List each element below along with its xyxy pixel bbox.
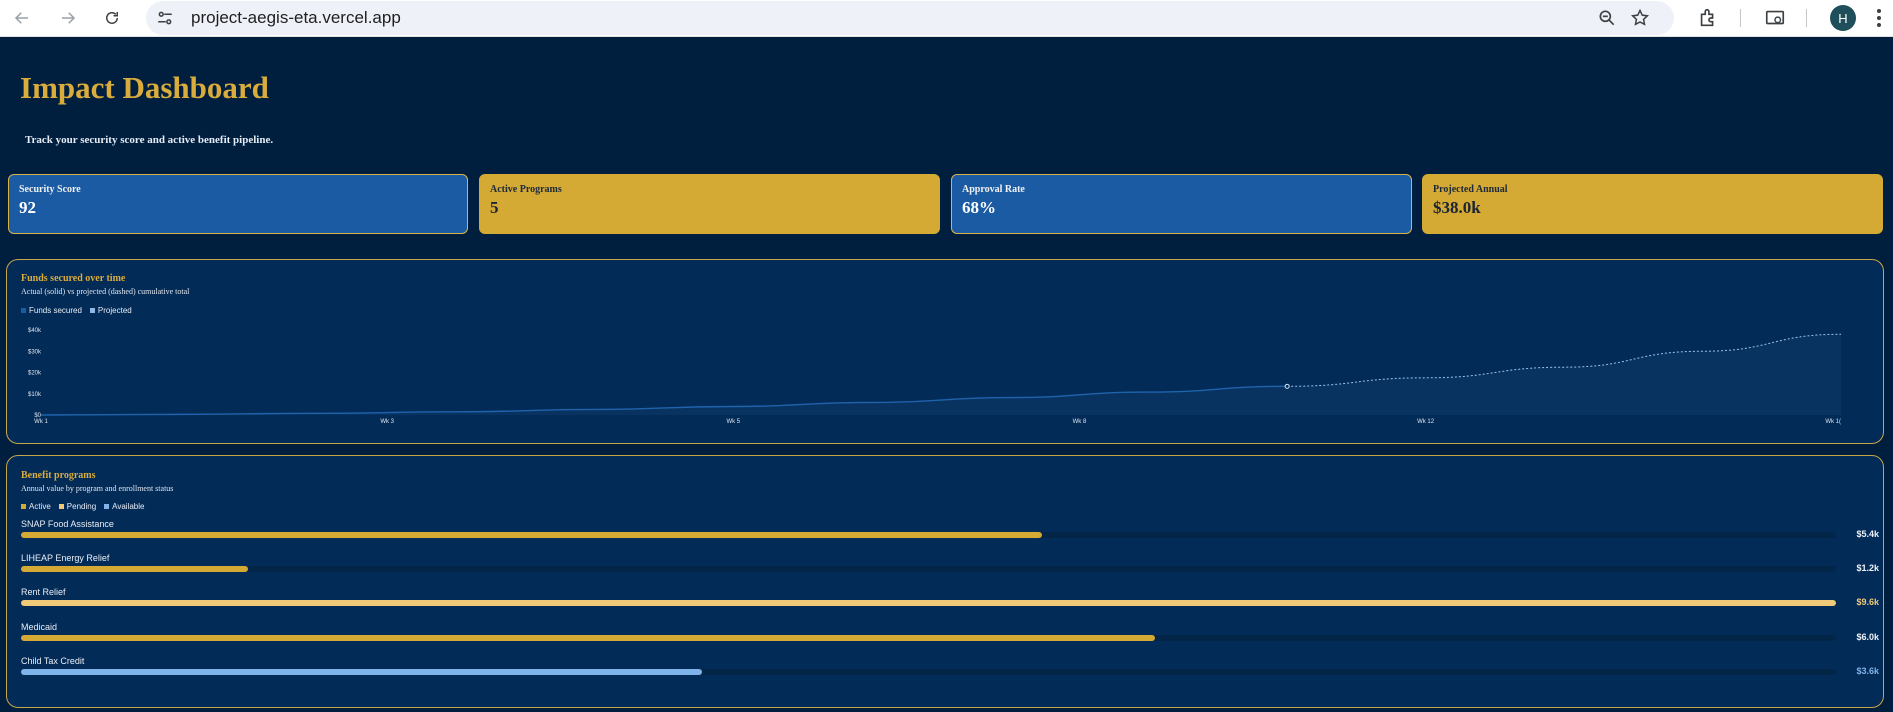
program-value: $1.2k — [1856, 563, 1879, 573]
x-tick-label: Wk 12 — [1417, 419, 1435, 425]
zoom-icon[interactable] — [1597, 8, 1617, 28]
program-row[interactable]: Rent Relief $9.6k — [21, 587, 1879, 615]
dashboard-page: Impact Dashboard Track your security sco… — [0, 38, 1893, 712]
area-fill — [41, 334, 1841, 415]
forward-arrow-icon[interactable] — [56, 6, 80, 30]
legend-swatch — [21, 504, 26, 509]
extensions-icon[interactable] — [1697, 7, 1719, 29]
program-bar-track — [21, 532, 1836, 538]
program-row[interactable]: SNAP Food Assistance $5.4k — [21, 519, 1879, 547]
stat-value: 68% — [962, 198, 996, 217]
x-tick-label: Wk 5 — [726, 419, 740, 425]
legend-swatch — [104, 504, 110, 509]
program-value: $5.4k — [1856, 529, 1879, 539]
legend-item-active[interactable]: Active — [21, 502, 51, 511]
program-bar-fill — [21, 635, 1156, 641]
y-tick-label: $40k — [28, 328, 42, 334]
program-name: SNAP Food Assistance — [21, 519, 114, 529]
menu-kebab-icon[interactable] — [1876, 8, 1882, 28]
panel-title: Benefit programs — [21, 470, 96, 481]
page-title: Impact Dashboard — [20, 70, 269, 105]
program-bar-track — [21, 600, 1836, 606]
stat-card-active-programs: Active Programs 5 — [479, 174, 940, 234]
program-bar-track — [21, 669, 1836, 675]
funds-chart-panel: Funds secured over time Actual (solid) v… — [6, 259, 1884, 444]
funds-line-chart[interactable]: $0$10k$20k$30k$40kWk 1 Wk 3 Wk 5 Wk 8 Wk 12 W… — [7, 260, 1883, 443]
x-tick-label: Wk 3 — [380, 419, 394, 425]
program-value: $6.0k — [1856, 632, 1879, 642]
bookmark-star-icon[interactable] — [1630, 8, 1650, 28]
reload-icon[interactable] — [100, 6, 124, 30]
page-subtitle: Track your security score and active ben… — [25, 134, 274, 146]
stat-card-security-score: Security Score 92 — [8, 174, 468, 234]
program-bar-fill — [21, 600, 1836, 606]
program-name: Rent Relief — [21, 587, 66, 597]
program-bar-track — [21, 635, 1836, 641]
legend-label: Available — [112, 502, 145, 511]
program-bar-fill — [21, 532, 1042, 538]
stat-card-approval-rate: Approval Rate 68% — [951, 174, 1412, 234]
benefit-programs-panel: Benefit programs Annual value by program… — [6, 455, 1884, 708]
address-bar[interactable]: project-aegis-eta.vercel.app — [146, 1, 1674, 35]
legend-swatch — [58, 504, 64, 509]
program-row[interactable]: Medicaid $6.0k — [21, 622, 1879, 650]
toolbar-divider — [1740, 9, 1741, 27]
x-tick-label: Wk 8 — [1073, 419, 1087, 425]
stat-label: Approval Rate — [962, 184, 1025, 195]
x-tick-label: Wk 1( — [1825, 419, 1841, 425]
stat-value: 92 — [19, 198, 36, 217]
program-value: $9.6k — [1856, 597, 1879, 607]
avatar[interactable]: H — [1830, 5, 1856, 31]
y-tick-label: $10k — [28, 392, 42, 398]
y-tick-label: $30k — [28, 349, 42, 355]
stat-label: Security Score — [19, 184, 81, 195]
back-arrow-icon[interactable] — [10, 6, 34, 30]
program-row[interactable]: LIHEAP Energy Relief $1.2k — [21, 553, 1879, 581]
legend-item-pending[interactable]: Pending — [58, 502, 97, 511]
programs-legend: Active Pending Available — [21, 502, 144, 511]
legend-label: Pending — [66, 502, 97, 511]
program-name: Medicaid — [21, 622, 58, 632]
panel-subtitle: Annual value by program and enrollment s… — [21, 484, 174, 493]
site-info-icon[interactable] — [156, 9, 174, 27]
stat-label: Projected Annual — [1433, 184, 1508, 195]
browser-toolbar: project-aegis-eta.vercel.app H — [0, 0, 1893, 37]
program-bar-fill — [21, 566, 248, 572]
program-value: $3.6k — [1856, 666, 1879, 676]
program-name: Child Tax Credit — [21, 656, 85, 666]
program-bar-fill — [21, 669, 702, 675]
url-text[interactable]: project-aegis-eta.vercel.app — [191, 8, 401, 28]
program-bar-track — [21, 566, 1836, 572]
legend-item-available[interactable]: Available — [104, 502, 144, 511]
stat-card-projected-annual: Projected Annual $38.0k — [1422, 174, 1883, 234]
toolbar-divider — [1806, 9, 1807, 27]
program-name: LIHEAP Energy Relief — [21, 553, 110, 563]
stat-label: Active Programs — [490, 184, 562, 195]
program-row[interactable]: Child Tax Credit $3.6k — [21, 656, 1879, 684]
y-tick-label: $20k — [28, 371, 42, 377]
stat-value: $38.0k — [1433, 198, 1481, 217]
legend-label: Active — [29, 502, 51, 511]
current-point-marker — [1284, 383, 1290, 389]
stat-value: 5 — [490, 198, 499, 217]
screen-search-icon[interactable] — [1764, 7, 1786, 29]
x-tick-label: Wk 1 — [34, 419, 48, 425]
